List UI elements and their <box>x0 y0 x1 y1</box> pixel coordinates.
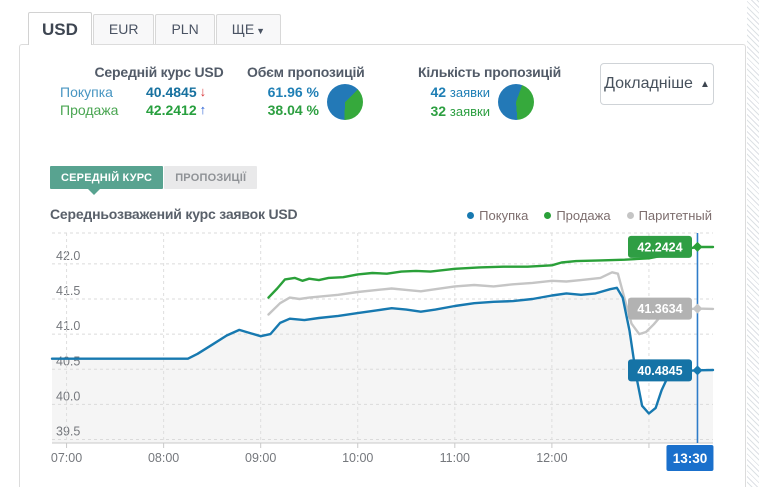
svg-text:40.0: 40.0 <box>56 389 80 403</box>
count-buy: 42 заявки <box>418 83 490 102</box>
volume-pie-chart <box>327 84 363 120</box>
tab-eur[interactable]: EUR <box>93 14 155 44</box>
avg-rate-title: Середній курс USD <box>60 64 238 80</box>
arrow-down-icon: ↓ <box>200 83 207 101</box>
svg-text:09:00: 09:00 <box>245 451 276 465</box>
legend-parity-label: Паритетный <box>639 208 712 223</box>
chart-legend: Покупка Продажа Паритетный <box>467 208 712 223</box>
buy-value: 40.4845 <box>146 83 197 101</box>
chevron-down-icon: ▼ <box>256 26 265 36</box>
rate-chart[interactable]: 39.5 40.0 40.5 41.0 41.5 42.0 07:00 08:00 09:00 1… <box>0 225 759 487</box>
sell-label: Продажа <box>60 101 132 119</box>
svg-text:41.5: 41.5 <box>56 284 80 298</box>
volume-sell-percent: 38.04 % <box>247 101 319 119</box>
arrow-up-icon: ↑ <box>200 101 207 119</box>
svg-text:41.0: 41.0 <box>56 319 80 333</box>
svg-text:13:30: 13:30 <box>673 451 708 466</box>
subtab-average-rate[interactable]: СЕРЕДНІЙ КУРС <box>50 166 163 189</box>
legend-buy-label: Покупка <box>479 208 528 223</box>
legend-item-buy[interactable]: Покупка <box>467 208 528 223</box>
triangle-up-icon: ▲ <box>700 79 710 90</box>
count-buy-unit: заявки <box>450 85 490 100</box>
avg-sell-row: Продажа 42.2412 ↑ <box>60 101 238 119</box>
svg-text:41.3634: 41.3634 <box>637 302 682 316</box>
chart-title: Середньозважений курс заявок USD <box>50 206 297 222</box>
tab-more[interactable]: ЩЕ▼ <box>216 14 281 44</box>
volume-buy-percent: 61.96 % <box>247 83 319 101</box>
count-pie-chart <box>498 84 534 120</box>
sell-value: 42.2412 <box>146 101 197 119</box>
svg-text:42.0: 42.0 <box>56 249 80 263</box>
avg-buy-row: Покупка 40.4845 ↓ <box>60 83 238 101</box>
count-sell-number: 32 <box>430 103 446 119</box>
count-buy-number: 42 <box>430 84 446 100</box>
svg-text:12:00: 12:00 <box>536 451 567 465</box>
svg-text:39.5: 39.5 <box>56 424 80 438</box>
tab-pln[interactable]: PLN <box>155 14 214 44</box>
buy-dot-icon <box>467 212 474 219</box>
svg-text:07:00: 07:00 <box>51 451 82 465</box>
count-block: Кількість пропозицій 42 заявки 32 заявки <box>418 64 561 121</box>
details-button-label: Докладніше <box>604 75 693 93</box>
svg-text:42.2424: 42.2424 <box>637 240 682 254</box>
volume-block: Обєм пропозицій 61.96 % 38.04 % <box>247 64 365 120</box>
count-sell: 32 заявки <box>418 102 490 121</box>
subtab-offers[interactable]: ПРОПОЗИЦІЇ <box>164 166 257 189</box>
volume-title: Обєм пропозицій <box>247 64 365 80</box>
svg-text:08:00: 08:00 <box>148 451 179 465</box>
avg-rate-block: Середній курс USD Покупка 40.4845 ↓ Прод… <box>60 64 238 119</box>
currency-tabbar: USD EUR PLN ЩЕ▼ <box>28 12 282 45</box>
legend-sell-label: Продажа <box>556 208 610 223</box>
tab-usd[interactable]: USD <box>28 12 92 45</box>
count-sell-unit: заявки <box>450 104 490 119</box>
buy-label: Покупка <box>60 83 132 101</box>
parity-dot-icon <box>627 212 634 219</box>
svg-text:40.4845: 40.4845 <box>637 364 682 378</box>
tab-more-label: ЩЕ <box>232 21 254 37</box>
details-button[interactable]: Докладніше ▲ <box>600 63 714 105</box>
svg-text:11:00: 11:00 <box>440 451 470 465</box>
svg-text:10:00: 10:00 <box>342 451 373 465</box>
svg-text:40.5: 40.5 <box>56 354 80 368</box>
chart-subtabs: СЕРЕДНІЙ КУРС ПРОПОЗИЦІЇ <box>50 166 257 189</box>
legend-item-parity[interactable]: Паритетный <box>627 208 712 223</box>
legend-item-sell[interactable]: Продажа <box>544 208 610 223</box>
sell-dot-icon <box>544 212 551 219</box>
count-title: Кількість пропозицій <box>418 64 561 80</box>
